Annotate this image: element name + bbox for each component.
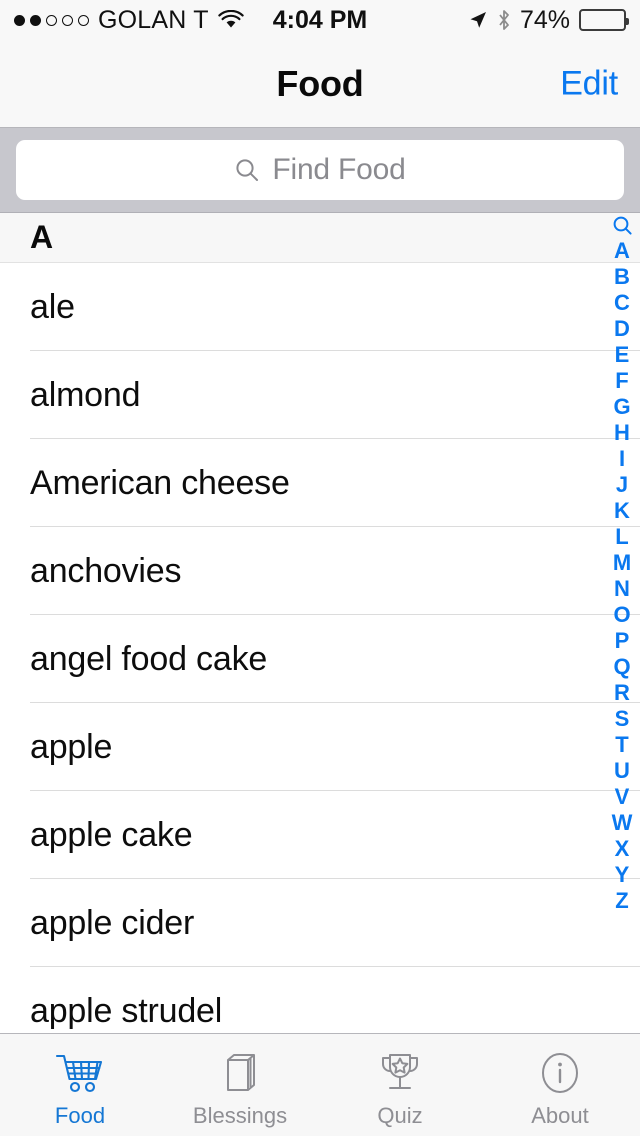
index-letter[interactable]: A — [604, 238, 640, 264]
tab-about[interactable]: About — [480, 1034, 640, 1136]
list-item[interactable]: angel food cake — [0, 615, 640, 703]
section-header-a: A — [0, 213, 640, 263]
book-icon — [217, 1047, 263, 1099]
list-item[interactable]: almond — [0, 351, 640, 439]
list-item[interactable]: ale — [0, 263, 640, 351]
list-item[interactable]: apple strudel — [0, 967, 640, 1033]
index-letter[interactable]: J — [604, 472, 640, 498]
index-letter[interactable]: L — [604, 524, 640, 550]
index-letter[interactable]: E — [604, 342, 640, 368]
battery-icon — [579, 9, 629, 31]
tab-label-blessings: Blessings — [192, 1103, 288, 1128]
list-item[interactable]: anchovies — [0, 527, 640, 615]
trophy-icon — [376, 1047, 424, 1099]
index-search-icon[interactable] — [612, 215, 633, 238]
list-item[interactable]: apple cider — [0, 879, 640, 967]
index-letter[interactable]: P — [604, 628, 640, 654]
wifi-icon — [218, 10, 244, 30]
tab-blessings[interactable]: Blessings — [160, 1034, 320, 1136]
page-title: Food — [276, 62, 364, 104]
index-letter[interactable]: O — [604, 602, 640, 628]
signal-dot — [14, 14, 25, 26]
index-letter[interactable]: N — [604, 576, 640, 602]
tab-label-quiz: Quiz — [377, 1103, 423, 1128]
index-letter[interactable]: U — [604, 758, 640, 784]
signal-dot — [78, 14, 89, 26]
status-bar-left: GOLAN T — [14, 6, 244, 35]
index-letter[interactable]: V — [604, 784, 640, 810]
search-icon — [234, 157, 260, 183]
index-letter[interactable]: H — [604, 420, 640, 446]
signal-dot — [62, 14, 73, 26]
index-letter[interactable]: Y — [604, 862, 640, 888]
index-letter[interactable]: W — [604, 810, 640, 836]
search-bar-container: Find Food — [0, 128, 640, 213]
index-letter[interactable]: B — [604, 264, 640, 290]
alphabet-index-bar[interactable]: A B C D E F G H I J K L M N O P Q R S T … — [604, 213, 640, 914]
index-letter[interactable]: S — [604, 706, 640, 732]
location-arrow-icon — [468, 10, 488, 30]
index-letter[interactable]: M — [604, 550, 640, 576]
index-letter[interactable]: G — [604, 394, 640, 420]
search-placeholder-text: Find Food — [272, 153, 406, 186]
index-letter[interactable]: T — [604, 732, 640, 758]
navigation-bar: Food Edit — [0, 40, 640, 128]
tab-label-about: About — [531, 1103, 589, 1128]
food-list[interactable]: A ale almond American cheese anchovies a… — [0, 213, 640, 1033]
search-input[interactable]: Find Food — [16, 140, 624, 200]
index-letter[interactable]: I — [604, 446, 640, 472]
index-letter[interactable]: F — [604, 368, 640, 394]
signal-dot — [46, 14, 57, 26]
shopping-cart-icon — [54, 1047, 106, 1099]
signal-strength-dots — [14, 14, 89, 26]
index-letter[interactable]: Z — [604, 888, 640, 914]
signal-dot — [30, 14, 41, 26]
carrier-label: GOLAN T — [98, 5, 209, 34]
index-letter[interactable]: K — [604, 498, 640, 524]
list-item[interactable]: American cheese — [0, 439, 640, 527]
list-item[interactable]: apple — [0, 703, 640, 791]
tab-quiz[interactable]: Quiz — [320, 1034, 480, 1136]
tab-label-food: Food — [54, 1103, 106, 1128]
tab-food[interactable]: Food — [0, 1034, 160, 1136]
edit-button[interactable]: Edit — [560, 64, 618, 103]
status-bar-right: 74% — [468, 5, 629, 35]
index-letter[interactable]: Q — [604, 654, 640, 680]
app-screen: GOLAN T 4:04 PM 74% Food Edit Find Food … — [0, 0, 640, 1136]
battery-percent-label: 74% — [519, 5, 570, 34]
tab-bar: Food Blessings Quiz About — [0, 1033, 640, 1136]
info-circle-icon — [537, 1047, 583, 1099]
index-letter[interactable]: C — [604, 290, 640, 316]
status-bar: GOLAN T 4:04 PM 74% — [0, 0, 640, 40]
index-letter[interactable]: D — [604, 316, 640, 342]
index-letter[interactable]: R — [604, 680, 640, 706]
index-letter[interactable]: X — [604, 836, 640, 862]
bluetooth-icon — [497, 9, 511, 31]
list-item[interactable]: apple cake — [0, 791, 640, 879]
